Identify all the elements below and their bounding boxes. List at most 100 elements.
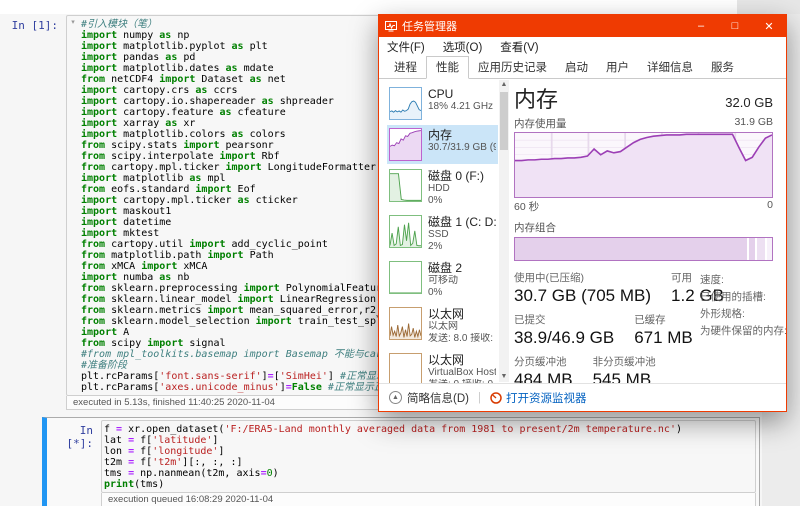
- sidebar-item-text: 磁盘 1 (C: D: E:SSD2%: [428, 215, 496, 253]
- sidebar-item-name: 内存: [428, 128, 496, 142]
- composition-segment-standby: [757, 238, 765, 260]
- sidebar-item-detail: VirtualBox Host-On: [428, 367, 496, 379]
- menu-bar: 文件(F) 选项(O) 查看(V): [379, 37, 786, 57]
- code-line: lat = f['latitude']: [104, 435, 751, 446]
- usage-chart-max: 31.9 GB: [734, 116, 773, 131]
- tab-进程[interactable]: 进程: [385, 57, 426, 78]
- composition-segment-in-use: [515, 238, 747, 260]
- task-manager-titlebar[interactable]: 任务管理器 – □ ✕: [379, 15, 786, 37]
- hw-label: 速度:: [700, 272, 787, 289]
- stat-label: 已缓存: [634, 314, 693, 327]
- cpu-mini-chart: [389, 87, 422, 120]
- tab-应用历史记录[interactable]: 应用历史记录: [469, 57, 556, 78]
- sidebar-scrollbar[interactable]: ▲ ▼: [499, 80, 509, 382]
- sidebar-item-text: 以太网以太网发送: 8.0 接收: 8.0 K: [428, 307, 496, 345]
- usage-chart-label: 内存使用量: [514, 116, 567, 131]
- minimize-button[interactable]: –: [684, 15, 718, 37]
- memory-usage-chart: [514, 132, 773, 198]
- notebook-cell-open-dataset[interactable]: In [*]: f = xr.open_dataset('F:/ERA5-Lan…: [42, 417, 760, 506]
- performance-sidebar: CPU18% 4.21 GHz 内存30.7/31.9 GB (96%) 磁盘 0 …: [380, 84, 498, 382]
- sidebar-item-磁盘 1 (C: D: E:[interactable]: 磁盘 1 (C: D: E:SSD2%: [387, 212, 498, 256]
- notebook-top-band: [0, 0, 737, 14]
- sidebar-item-text: 磁盘 2可移动0%: [428, 261, 462, 299]
- sidebar-item-detail: SSD: [428, 229, 496, 241]
- sidebar-item-name: 磁盘 1 (C: D: E:: [428, 215, 496, 229]
- sidebar-item-磁盘 2[interactable]: 磁盘 2可移动0%: [387, 258, 498, 302]
- menu-options[interactable]: 选项(O): [443, 39, 483, 55]
- hw-label: 外形规格:: [700, 306, 787, 323]
- fewer-details-toggle[interactable]: ▲ 简略信息(D): [389, 390, 469, 406]
- stat-已提交: 已提交38.9/46.9 GB: [514, 314, 614, 349]
- ethernet-mini-chart: [389, 307, 422, 340]
- menu-file[interactable]: 文件(F): [387, 39, 425, 55]
- sidebar-item-内存[interactable]: 内存30.7/31.9 GB (96%): [387, 125, 498, 164]
- scroll-down-icon[interactable]: ▼: [499, 372, 509, 382]
- open-resource-monitor-link[interactable]: 打开资源监视器: [490, 390, 587, 406]
- tab-详细信息[interactable]: 详细信息: [638, 57, 702, 78]
- page-top-right-corner: [737, 0, 800, 14]
- window-title: 任务管理器: [402, 18, 684, 34]
- stat-使用中(已压缩): 使用中(已压缩)30.7 GB (705 MB): [514, 272, 651, 307]
- tab-性能[interactable]: 性能: [426, 56, 469, 79]
- stat-label: 分页缓冲池: [514, 356, 573, 369]
- tab-启动[interactable]: 启动: [556, 57, 597, 78]
- chevron-up-circle-icon: ▲: [389, 391, 402, 404]
- x-axis-left-label: 60 秒: [514, 199, 539, 214]
- stat-label: 非分页缓冲池: [593, 356, 656, 369]
- sidebar-item-detail: HDD: [428, 183, 484, 195]
- fewer-details-label: 简略信息(D): [407, 390, 469, 406]
- sidebar-item-磁盘 0 (F:)[interactable]: 磁盘 0 (F:)HDD0%: [387, 166, 498, 210]
- stat-value: 671 MB: [634, 327, 693, 349]
- sidebar-item-name: CPU: [428, 87, 493, 101]
- sidebar-item-detail: 30.7/31.9 GB (96%): [428, 142, 496, 154]
- sidebar-item-name: 磁盘 0 (F:): [428, 169, 484, 183]
- tab-用户[interactable]: 用户: [597, 57, 638, 78]
- sidebar-item-text: 磁盘 0 (F:)HDD0%: [428, 169, 484, 207]
- sidebar-item-text: 内存30.7/31.9 GB (96%): [428, 128, 496, 154]
- disk-mini-chart: [389, 215, 422, 248]
- performance-pane: CPU18% 4.21 GHz 内存30.7/31.9 GB (96%) 磁盘 0 …: [380, 80, 785, 382]
- stat-value: 38.9/46.9 GB: [514, 327, 614, 349]
- sidebar-item-以太网[interactable]: 以太网以太网发送: 8.0 接收: 8.0 K: [387, 304, 498, 348]
- sidebar-item-name: 磁盘 2: [428, 261, 462, 275]
- stat-label: 已提交: [514, 314, 614, 327]
- sidebar-item-detail: 0%: [428, 287, 462, 299]
- sidebar-item-detail: 0%: [428, 195, 484, 207]
- x-axis-right-label: 0: [767, 199, 773, 214]
- composition-segment-free: [767, 238, 772, 260]
- footer-divider: |: [478, 392, 481, 404]
- scrollbar-thumb[interactable]: [500, 92, 508, 150]
- resource-monitor-label: 打开资源监视器: [506, 390, 587, 406]
- code-line: t2m = f['t2m'][:, :, :]: [104, 457, 751, 468]
- maximize-button[interactable]: □: [718, 15, 752, 37]
- code-line: f = xr.open_dataset('F:/ERA5-Land monthl…: [104, 424, 751, 435]
- tab-服务[interactable]: 服务: [702, 57, 743, 78]
- sidebar-item-name: 以太网: [428, 353, 496, 367]
- task-manager-icon: [385, 20, 397, 32]
- sidebar-item-CPU[interactable]: CPU18% 4.21 GHz: [387, 84, 498, 123]
- sidebar-item-detail: 2%: [428, 241, 496, 253]
- hw-label: 已使用的插槽:: [700, 289, 787, 306]
- memory-detail-panel: 内存 32.0 GB 内存使用量 31.9 GB 60 秒 0 内存组合 使用中…: [510, 80, 785, 382]
- stat-label: 使用中(已压缩): [514, 272, 651, 285]
- code-input-area[interactable]: f = xr.open_dataset('F:/ERA5-Land monthl…: [101, 420, 756, 493]
- disk-mini-chart: [389, 169, 422, 202]
- sidebar-item-detail: 以太网: [428, 321, 496, 333]
- disk-mini-chart: [389, 261, 422, 294]
- sidebar-item-detail: 可移动: [428, 275, 462, 287]
- menu-view[interactable]: 查看(V): [500, 39, 538, 55]
- scroll-up-icon[interactable]: ▲: [499, 80, 509, 90]
- hardware-info-labels: 速度:已使用的插槽:外形规格:为硬件保留的内存:: [700, 272, 787, 340]
- codefold-arrow-icon[interactable]: ▾: [67, 16, 79, 395]
- memory-stats: 使用中(已压缩)30.7 GB (705 MB)可用1.2 GB已提交38.9/…: [514, 272, 773, 391]
- close-button[interactable]: ✕: [752, 15, 786, 37]
- stat-value: 30.7 GB (705 MB): [514, 285, 651, 307]
- code-line: tms = np.nanmean(t2m, axis=0): [104, 468, 751, 479]
- sidebar-item-detail: 发送: 8.0 接收: 8.0 K: [428, 333, 496, 345]
- composition-segment-modified: [749, 238, 755, 260]
- task-manager-window: 任务管理器 – □ ✕ 文件(F) 选项(O) 查看(V) 进程性能应用历史记录…: [378, 14, 787, 412]
- ethernet-mini-chart: [389, 353, 422, 386]
- execution-queued-status: execution queued 16:08:29 2020-11-04: [101, 493, 756, 506]
- sidebar-item-name: 以太网: [428, 307, 496, 321]
- code-editor[interactable]: f = xr.open_dataset('F:/ERA5-Land monthl…: [102, 421, 755, 492]
